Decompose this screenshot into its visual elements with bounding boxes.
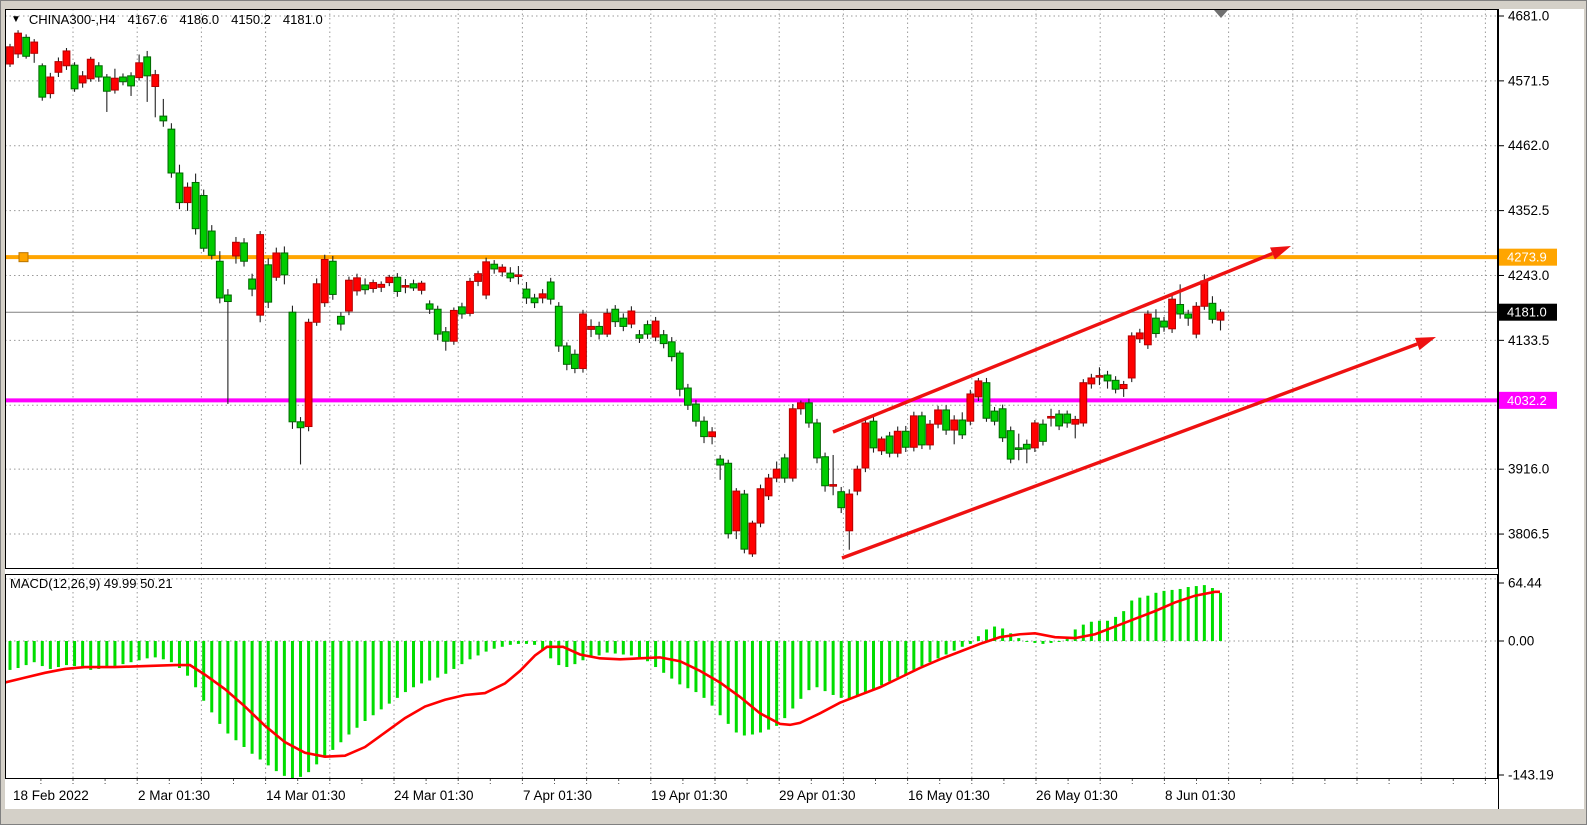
- quote-high: 4186.0: [179, 12, 219, 27]
- macd-indicator-label: MACD(12,26,9) 49.99 50.21: [10, 576, 173, 591]
- svg-text:0.00: 0.00: [1508, 634, 1534, 649]
- svg-text:19 Apr 01:30: 19 Apr 01:30: [651, 788, 728, 803]
- svg-text:14 Mar 01:30: 14 Mar 01:30: [266, 788, 346, 803]
- svg-text:29 Apr 01:30: 29 Apr 01:30: [779, 788, 856, 803]
- svg-text:4181.0: 4181.0: [1507, 305, 1547, 320]
- svg-text:4243.0: 4243.0: [1508, 268, 1549, 283]
- svg-text:64.44: 64.44: [1508, 576, 1542, 591]
- chart-window: 4681.0 4571.5 4462.0 4352.5 4243.0 4133.5 3916…: [0, 0, 1587, 825]
- chart-canvas[interactable]: 4681.0 4571.5 4462.0 4352.5 4243.0 4133.5 3916…: [5, 9, 1584, 809]
- quote-close: 4181.0: [283, 12, 323, 27]
- svg-text:4133.5: 4133.5: [1508, 333, 1549, 348]
- chart-plot-area[interactable]: 4681.0 4571.5 4462.0 4352.5 4243.0 4133.5 3916…: [5, 9, 1584, 814]
- svg-text:16 May 01:30: 16 May 01:30: [908, 788, 990, 803]
- svg-text:2 Mar 01:30: 2 Mar 01:30: [138, 788, 210, 803]
- svg-text:4032.2: 4032.2: [1507, 393, 1547, 408]
- quote-header: ▼ CHINA300-,H4 4167.6 4186.0 4150.2 4181.0: [11, 12, 323, 27]
- svg-text:26 May 01:30: 26 May 01:30: [1036, 788, 1118, 803]
- svg-text:3916.0: 3916.0: [1508, 462, 1549, 477]
- hline-handle[interactable]: [19, 253, 28, 262]
- symbol-dropdown-icon[interactable]: ▼: [11, 14, 21, 25]
- svg-text:4462.0: 4462.0: [1508, 138, 1549, 153]
- svg-text:18 Feb 2022: 18 Feb 2022: [13, 788, 89, 803]
- quote-open: 4167.6: [128, 12, 168, 27]
- svg-text:24 Mar 01:30: 24 Mar 01:30: [394, 788, 474, 803]
- svg-text:7 Apr 01:30: 7 Apr 01:30: [523, 788, 592, 803]
- symbol-period-label: CHINA300-,H4: [29, 12, 116, 27]
- svg-text:3806.5: 3806.5: [1508, 527, 1549, 542]
- svg-text:4571.5: 4571.5: [1508, 73, 1549, 88]
- svg-text:8 Jun 01:30: 8 Jun 01:30: [1165, 788, 1236, 803]
- svg-text:-143.19: -143.19: [1508, 768, 1554, 783]
- svg-text:4352.5: 4352.5: [1508, 203, 1549, 218]
- svg-text:4681.0: 4681.0: [1508, 9, 1549, 24]
- quote-low: 4150.2: [231, 12, 271, 27]
- svg-text:4273.9: 4273.9: [1507, 250, 1547, 265]
